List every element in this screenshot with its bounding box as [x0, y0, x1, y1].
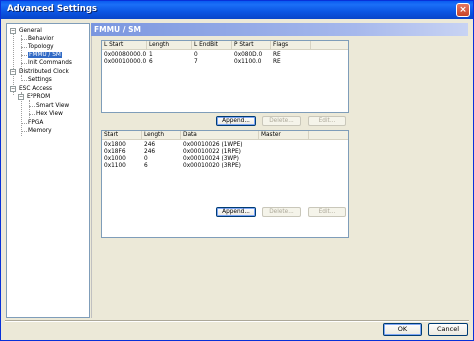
cell: 6 — [149, 59, 153, 65]
fmmu-delete-button[interactable]: Delete... — [262, 116, 301, 126]
sm-list-header: Start Length Data Master — [102, 131, 348, 140]
divider — [5, 320, 469, 322]
tree-item-label: E²PROM — [27, 94, 51, 100]
tree-line — [21, 131, 27, 132]
tree-item-label: Behavior — [28, 36, 54, 42]
fmmu-append-button[interactable]: Append... — [216, 116, 256, 126]
tree-item-smart-view[interactable]: Smart View — [36, 102, 69, 110]
column-header-flags[interactable]: Flags — [271, 41, 311, 50]
cell: 246 — [144, 149, 156, 155]
pane-header: FMMU / SM — [91, 23, 468, 36]
tree-line — [29, 114, 35, 115]
column-header-length[interactable]: Length — [147, 41, 192, 50]
tree-line — [21, 35, 22, 71]
cancel-button[interactable]: Cancel — [428, 323, 468, 336]
tree-item-topology[interactable]: Topology — [28, 43, 54, 51]
tree-line — [29, 100, 30, 118]
cell: RE — [273, 52, 281, 58]
sm-delete-button[interactable]: Delete... — [262, 207, 301, 217]
pane-title: FMMU / SM — [94, 25, 141, 34]
tree-item-label: Init Commands — [28, 60, 72, 66]
cell: 0x00010026 (1WPE) — [183, 142, 243, 148]
tree-item-label: ESC Access — [19, 86, 53, 92]
tree-item-label: General — [19, 28, 42, 34]
tree-item-label: Topology — [28, 44, 54, 50]
ok-button[interactable]: OK — [383, 323, 422, 336]
tree-item-init-commands[interactable]: Init Commands — [28, 59, 72, 67]
title-bar[interactable]: Advanced Settings × — [1, 1, 473, 19]
cell: 0x1100 — [104, 163, 126, 169]
tree-line — [21, 55, 27, 56]
tree-line — [21, 123, 27, 124]
column-header-start[interactable]: Start — [102, 131, 142, 140]
column-header-l-start[interactable]: L Start — [102, 41, 147, 50]
close-icon: × — [459, 5, 467, 15]
cell: 0x00010000.0 — [104, 59, 147, 65]
tree-item-memory[interactable]: Memory — [28, 127, 52, 135]
cell: 0x00080000.0 — [104, 52, 147, 58]
fmmu-list[interactable]: L Start Length L EndBit P Start Flags 0x… — [101, 40, 349, 113]
collapse-icon[interactable]: − — [10, 28, 16, 34]
tree-line — [21, 63, 27, 64]
column-header-master[interactable]: Master — [259, 131, 309, 140]
tree-item-label: Smart View — [36, 103, 70, 109]
cell: RE — [273, 59, 281, 65]
tree-item-label: Settings — [28, 77, 52, 83]
cell: 0x1000 — [104, 156, 126, 162]
tree-item-fmmu-sm[interactable]: FMMU / SM — [28, 51, 62, 59]
collapse-icon[interactable]: − — [10, 86, 16, 92]
tree-item-label: Hex View — [36, 111, 63, 117]
cell: 0 — [144, 156, 148, 162]
cell: 0x00010022 (1RPE) — [183, 149, 241, 155]
sm-list[interactable]: Start Length Data Master 0x1800 246 0x00… — [101, 130, 349, 238]
cell: 0x18F6 — [104, 149, 126, 155]
tree-item-hex-view[interactable]: Hex View — [36, 110, 63, 118]
sm-append-button[interactable]: Append... — [216, 207, 256, 217]
tree-item-fpga[interactable]: FPGA — [28, 119, 43, 127]
tree-line — [29, 106, 35, 107]
cell: 246 — [144, 142, 156, 148]
collapse-icon[interactable]: − — [10, 69, 16, 75]
tree-line — [21, 47, 27, 48]
pane-body: L Start Length L EndBit P Start Flags 0x… — [91, 36, 468, 318]
cell: 0x1100.0 — [234, 59, 262, 65]
tree-line — [21, 39, 27, 40]
column-header-p-start[interactable]: P Start — [232, 41, 271, 50]
tree-item-label: FMMU / SM — [28, 52, 62, 58]
cell: 0x00010020 (3RPE) — [183, 163, 241, 169]
tree-item-label: FPGA — [28, 120, 44, 126]
collapse-icon[interactable]: − — [18, 94, 24, 100]
tree-item-label: Distributed Clock — [19, 69, 69, 75]
cell: 0x1800 — [104, 142, 126, 148]
tree-item-settings[interactable]: Settings — [28, 76, 52, 84]
cell: 1 — [149, 52, 153, 58]
cell: 0x00010024 (3WP) — [183, 156, 239, 162]
tree-line — [21, 80, 27, 81]
settings-tree[interactable]: − General Behavior Topology FMMU / SM In… — [6, 23, 90, 318]
sm-edit-button[interactable]: Edit... — [308, 207, 346, 217]
tree-item-behavior[interactable]: Behavior — [28, 35, 54, 43]
cell: 7 — [194, 59, 198, 65]
cell: 6 — [144, 163, 148, 169]
cell: 0x080D.0 — [234, 52, 263, 58]
column-header-data[interactable]: Data — [181, 131, 259, 140]
fmmu-edit-button[interactable]: Edit... — [308, 116, 346, 126]
close-button[interactable]: × — [456, 3, 470, 17]
window-title: Advanced Settings — [7, 4, 97, 14]
fmmu-list-header: L Start Length L EndBit P Start Flags — [102, 41, 348, 50]
column-header-l-endbit[interactable]: L EndBit — [192, 41, 232, 50]
column-header-length[interactable]: Length — [142, 131, 181, 140]
cell: 0 — [194, 52, 198, 58]
tree-item-label: Memory — [28, 128, 52, 134]
advanced-settings-window: Advanced Settings × − General Behavior T… — [0, 0, 474, 341]
